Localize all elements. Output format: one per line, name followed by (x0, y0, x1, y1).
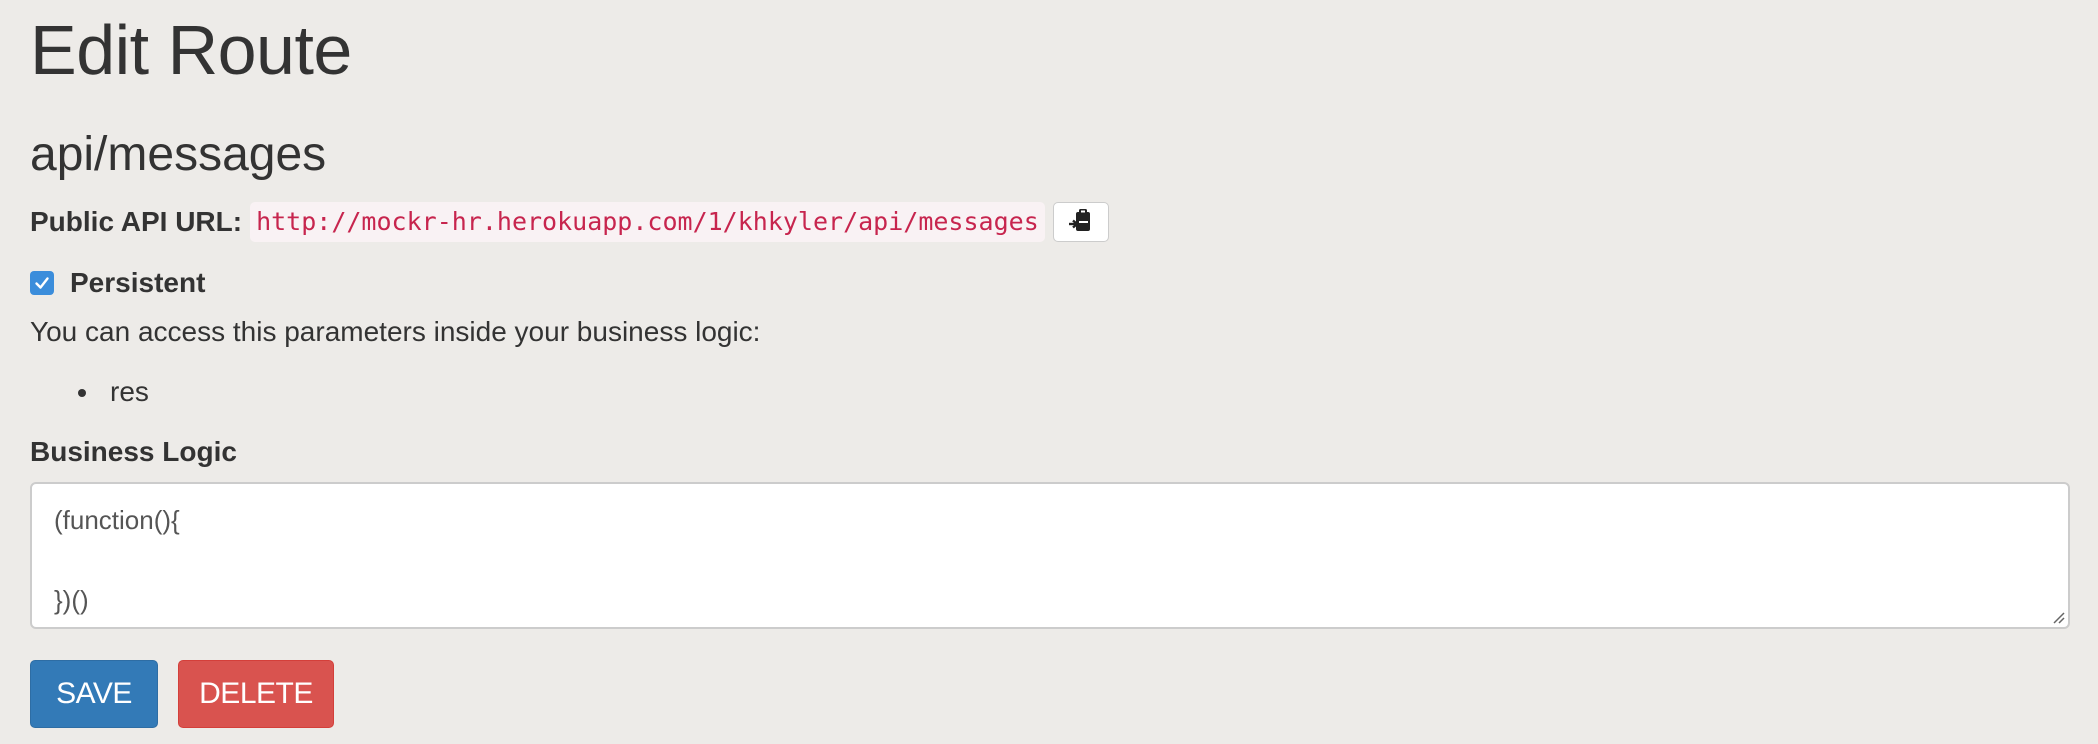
action-buttons: SAVE DELETE (30, 660, 334, 728)
param-item-label: res (110, 376, 149, 407)
code-line: (function(){ (54, 505, 180, 535)
code-line: })() (54, 585, 89, 615)
page-title: Edit Route (30, 11, 352, 89)
checkmark-icon (35, 277, 49, 289)
copy-url-button[interactable] (1052, 202, 1109, 242)
edit-route-page: Edit Route api/messages Public API URL: … (0, 0, 2098, 744)
business-logic-textarea[interactable]: (function(){ })() (30, 482, 2070, 629)
params-help-text: You can access this parameters inside yo… (30, 316, 761, 347)
public-api-url-label: Public API URL: (30, 206, 243, 237)
persistent-row: Persistent (30, 265, 205, 301)
public-api-url-row: Public API URL: http://mockr-hr.herokuap… (30, 200, 1109, 244)
bullet-icon (78, 389, 86, 397)
clipboard-icon (1067, 206, 1095, 239)
resize-handle-icon[interactable] (2050, 609, 2066, 625)
delete-button[interactable]: DELETE (178, 660, 334, 728)
save-button[interactable]: SAVE (30, 660, 158, 728)
persistent-label[interactable]: Persistent (70, 267, 205, 299)
params-list: res (30, 374, 149, 410)
persistent-checkbox[interactable] (30, 271, 54, 295)
business-logic-label: Business Logic (30, 436, 237, 467)
route-name: api/messages (30, 128, 327, 181)
param-item: res (30, 374, 149, 410)
public-api-url[interactable]: http://mockr-hr.herokuapp.com/1/khkyler/… (250, 202, 1045, 242)
